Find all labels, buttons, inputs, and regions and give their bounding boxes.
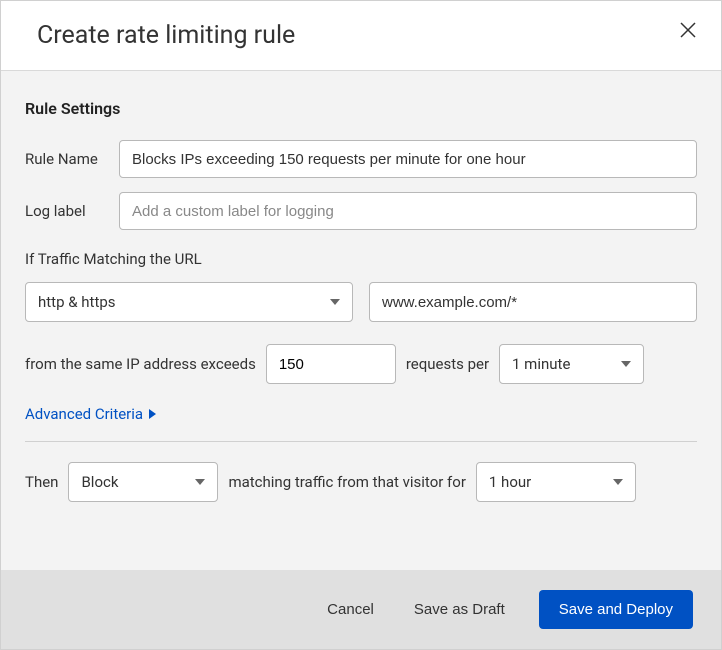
log-label-label: Log label	[25, 202, 119, 220]
caret-down-icon	[613, 479, 623, 485]
divider	[25, 441, 697, 442]
caret-down-icon	[621, 361, 631, 367]
ip-exceeds-text: from the same IP address exceeds	[25, 355, 256, 373]
log-label-row: Log label	[25, 192, 697, 230]
threshold-row: from the same IP address exceeds request…	[25, 344, 697, 384]
traffic-matching-label: If Traffic Matching the URL	[25, 250, 697, 268]
save-deploy-button[interactable]: Save and Deploy	[539, 590, 693, 629]
rule-name-row: Rule Name	[25, 140, 697, 178]
requests-per-text: requests per	[406, 355, 489, 373]
dialog-header: Create rate limiting rule	[1, 1, 721, 71]
dialog-title: Create rate limiting rule	[37, 21, 675, 50]
close-button[interactable]	[675, 17, 701, 46]
dialog-footer: Cancel Save as Draft Save and Deploy	[1, 570, 721, 649]
url-pattern-input[interactable]	[369, 282, 697, 322]
chevron-right-icon	[149, 409, 156, 419]
period-select-value: 1 minute	[512, 355, 570, 373]
dialog-body: Rule Settings Rule Name Log label If Tra…	[1, 71, 721, 570]
threshold-input[interactable]	[266, 344, 396, 384]
traffic-row: http & https	[25, 282, 697, 322]
scheme-select[interactable]: http & https	[25, 282, 353, 322]
duration-select-value: 1 hour	[489, 473, 531, 491]
log-label-input[interactable]	[119, 192, 697, 230]
rule-name-input[interactable]	[119, 140, 697, 178]
advanced-criteria-label: Advanced Criteria	[25, 405, 143, 423]
rule-settings-heading: Rule Settings	[25, 99, 697, 118]
scheme-select-value: http & https	[38, 293, 116, 311]
matching-traffic-text: matching traffic from that visitor for	[228, 473, 465, 491]
then-label: Then	[25, 473, 58, 491]
period-select[interactable]: 1 minute	[499, 344, 644, 384]
close-icon	[679, 21, 697, 39]
create-rate-limiting-dialog: Create rate limiting rule Rule Settings …	[0, 0, 722, 650]
action-select[interactable]: Block	[68, 462, 218, 502]
duration-select[interactable]: 1 hour	[476, 462, 636, 502]
save-draft-button[interactable]: Save as Draft	[408, 593, 511, 626]
cancel-button[interactable]: Cancel	[321, 593, 380, 626]
action-row: Then Block matching traffic from that vi…	[25, 462, 697, 502]
advanced-criteria-toggle[interactable]: Advanced Criteria	[25, 405, 156, 423]
rule-name-label: Rule Name	[25, 150, 119, 168]
action-select-value: Block	[81, 473, 118, 491]
caret-down-icon	[330, 299, 340, 305]
caret-down-icon	[195, 479, 205, 485]
